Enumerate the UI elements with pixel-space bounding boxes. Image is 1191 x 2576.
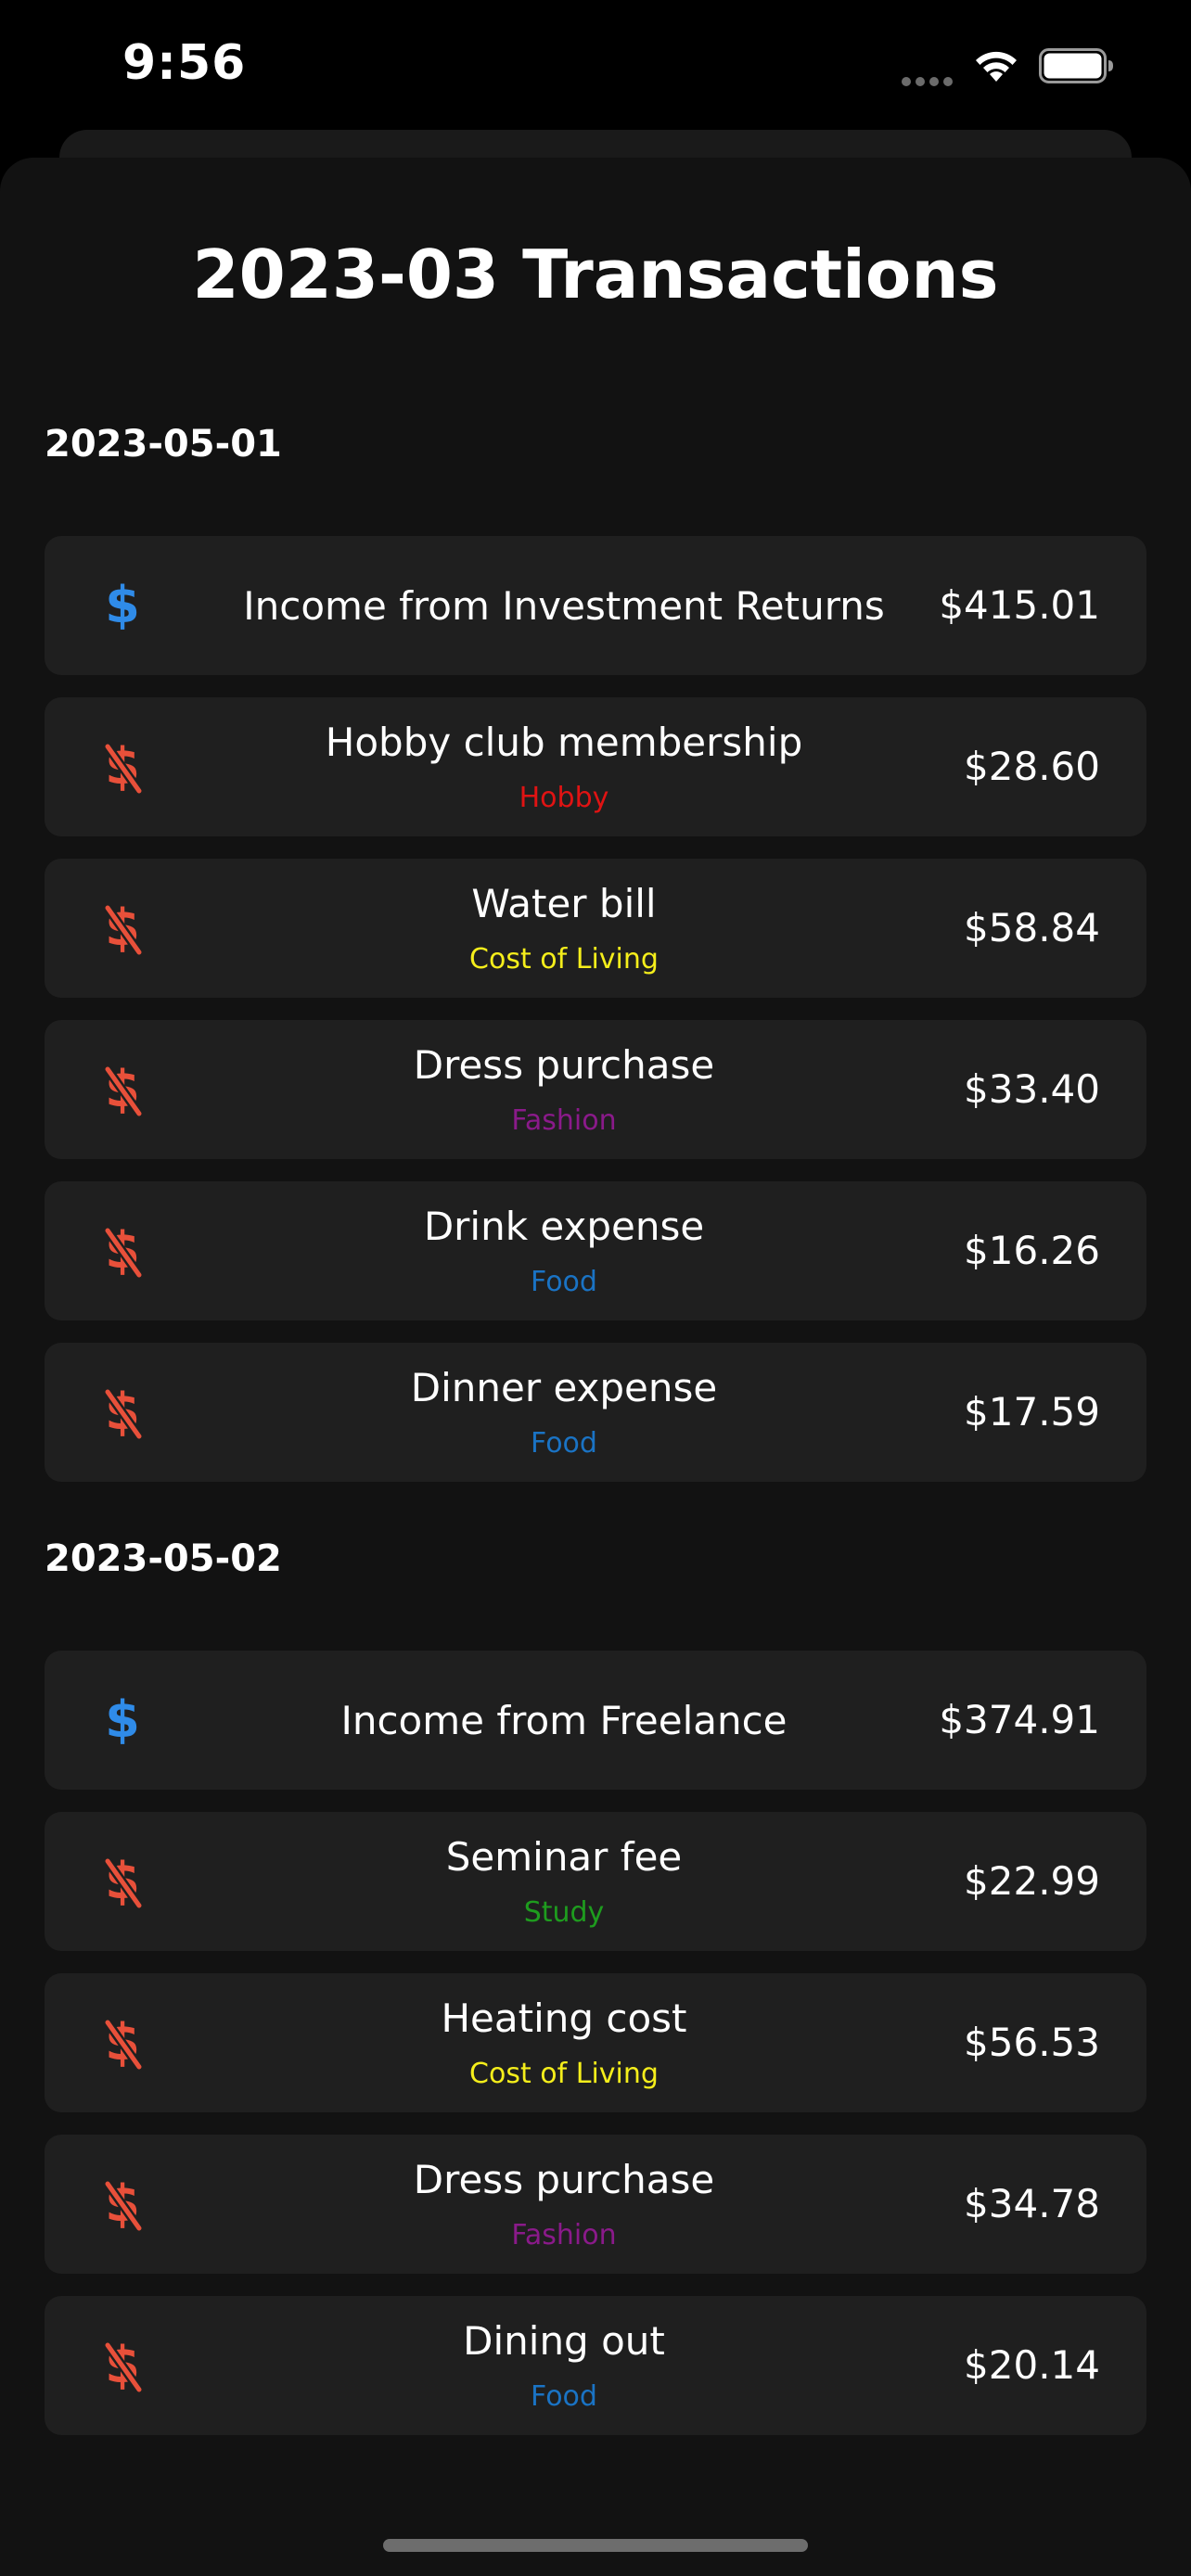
screen: 9:56 2023-03 Transactions 2023-05-01 $ Inc… bbox=[0, 0, 1191, 2576]
transaction-amount: $374.91 bbox=[939, 1697, 1100, 1742]
expense-transaction-row[interactable]: $ Dress purchase Fashion $33.40 bbox=[45, 1020, 1146, 1159]
transaction-amount: $33.40 bbox=[964, 1066, 1100, 1112]
wifi-icon bbox=[976, 51, 1017, 82]
transaction-details: Hobby club membership Hobby bbox=[184, 697, 944, 836]
dollar-slash-icon: $ bbox=[103, 2176, 144, 2232]
battery-icon bbox=[1039, 48, 1113, 83]
transaction-amount: $58.84 bbox=[964, 905, 1100, 950]
expense-transaction-row[interactable]: $ Dining out Food $20.14 bbox=[45, 2296, 1146, 2435]
transaction-amount: $22.99 bbox=[964, 1858, 1100, 1904]
transaction-title: Income from Investment Returns bbox=[243, 582, 885, 629]
transaction-title: Dress purchase bbox=[413, 2157, 715, 2202]
svg-text:$: $ bbox=[105, 578, 140, 633]
expense-transaction-row[interactable]: $ Water bill Cost of Living $58.84 bbox=[45, 859, 1146, 998]
status-bar: 9:56 bbox=[0, 0, 1191, 130]
day-header: 2023-05-02 bbox=[45, 1537, 282, 1580]
expense-transaction-row[interactable]: $ Dinner expense Food $17.59 bbox=[45, 1343, 1146, 1482]
transaction-category: Fashion bbox=[511, 2219, 617, 2251]
expense-transaction-row[interactable]: $ Seminar fee Study $22.99 bbox=[45, 1812, 1146, 1951]
dollar-icon: $ bbox=[105, 578, 140, 633]
page-title: 2023-03 Transactions bbox=[192, 236, 999, 313]
transaction-amount: $34.78 bbox=[964, 2181, 1100, 2226]
transaction-details: Dress purchase Fashion bbox=[184, 1020, 944, 1159]
dollar-slash-icon: $ bbox=[103, 900, 144, 956]
transaction-title: Dinner expense bbox=[410, 1365, 718, 1410]
transaction-amount: $20.14 bbox=[964, 2342, 1100, 2388]
dollar-icon: $ bbox=[105, 1692, 140, 1748]
transaction-details: Income from Investment Returns bbox=[184, 536, 944, 675]
status-time: 9:56 bbox=[122, 35, 247, 91]
transaction-details: Seminar fee Study bbox=[184, 1812, 944, 1951]
transaction-title: Dining out bbox=[463, 2318, 665, 2364]
transactions-sheet: 2023-03 Transactions 2023-05-01 $ Income f… bbox=[0, 158, 1191, 2576]
transaction-details: Water bill Cost of Living bbox=[184, 859, 944, 998]
cellular-signal-icon bbox=[902, 72, 957, 86]
transaction-title: Drink expense bbox=[423, 1204, 705, 1249]
transaction-category: Fashion bbox=[511, 1104, 617, 1137]
transaction-title: Water bill bbox=[471, 881, 657, 926]
transaction-amount: $17.59 bbox=[964, 1389, 1100, 1435]
transaction-title: Hobby club membership bbox=[325, 720, 803, 765]
transaction-category: Food bbox=[531, 1427, 597, 1460]
transaction-category: Study bbox=[523, 1896, 605, 1929]
transaction-category: Cost of Living bbox=[469, 943, 659, 976]
svg-text:$: $ bbox=[105, 1692, 140, 1748]
transaction-details: Dress purchase Fashion bbox=[184, 2135, 944, 2274]
dollar-slash-icon: $ bbox=[103, 739, 144, 795]
transaction-details: Drink expense Food bbox=[184, 1181, 944, 1320]
transaction-category: Food bbox=[531, 2380, 597, 2413]
transaction-details: Income from Freelance bbox=[184, 1651, 944, 1790]
transaction-amount: $415.01 bbox=[939, 582, 1100, 628]
transaction-details: Dining out Food bbox=[184, 2296, 944, 2435]
home-indicator[interactable] bbox=[383, 2539, 808, 2552]
dollar-slash-icon: $ bbox=[103, 1854, 144, 1909]
dollar-slash-icon: $ bbox=[103, 1062, 144, 1117]
dollar-slash-icon: $ bbox=[103, 1384, 144, 1440]
day-header: 2023-05-01 bbox=[45, 423, 282, 465]
expense-transaction-row[interactable]: $ Dress purchase Fashion $34.78 bbox=[45, 2135, 1146, 2274]
transaction-title: Heating cost bbox=[441, 1996, 687, 2041]
transaction-category: Hobby bbox=[519, 782, 609, 814]
expense-transaction-row[interactable]: $ Drink expense Food $16.26 bbox=[45, 1181, 1146, 1320]
transaction-title: Income from Freelance bbox=[340, 1697, 788, 1743]
transaction-details: Heating cost Cost of Living bbox=[184, 1973, 944, 2112]
transaction-title: Dress purchase bbox=[413, 1042, 715, 1088]
income-transaction-row[interactable]: $ Income from Investment Returns $415.01 bbox=[45, 536, 1146, 675]
day-section: 2023-05-01 $ Income from Investment Return… bbox=[0, 389, 1191, 1482]
transaction-category: Cost of Living bbox=[469, 2058, 659, 2090]
transaction-amount: $16.26 bbox=[964, 1228, 1100, 1273]
expense-transaction-row[interactable]: $ Hobby club membership Hobby $28.60 bbox=[45, 697, 1146, 836]
transaction-details: Dinner expense Food bbox=[184, 1343, 944, 1482]
transaction-amount: $28.60 bbox=[964, 744, 1100, 789]
transaction-amount: $56.53 bbox=[964, 2020, 1100, 2065]
income-transaction-row[interactable]: $ Income from Freelance $374.91 bbox=[45, 1651, 1146, 1790]
dollar-slash-icon: $ bbox=[103, 2338, 144, 2393]
dollar-slash-icon: $ bbox=[103, 1223, 144, 1279]
transaction-title: Seminar fee bbox=[445, 1834, 683, 1880]
dollar-slash-icon: $ bbox=[103, 2015, 144, 2071]
transaction-category: Food bbox=[531, 1266, 597, 1298]
expense-transaction-row[interactable]: $ Heating cost Cost of Living $56.53 bbox=[45, 1973, 1146, 2112]
day-section: 2023-05-02$Income from Freelance$374.91$… bbox=[0, 1504, 1191, 2435]
transactions-list[interactable]: 2023-05-01 $ Income from Investment Return… bbox=[0, 389, 1191, 2506]
